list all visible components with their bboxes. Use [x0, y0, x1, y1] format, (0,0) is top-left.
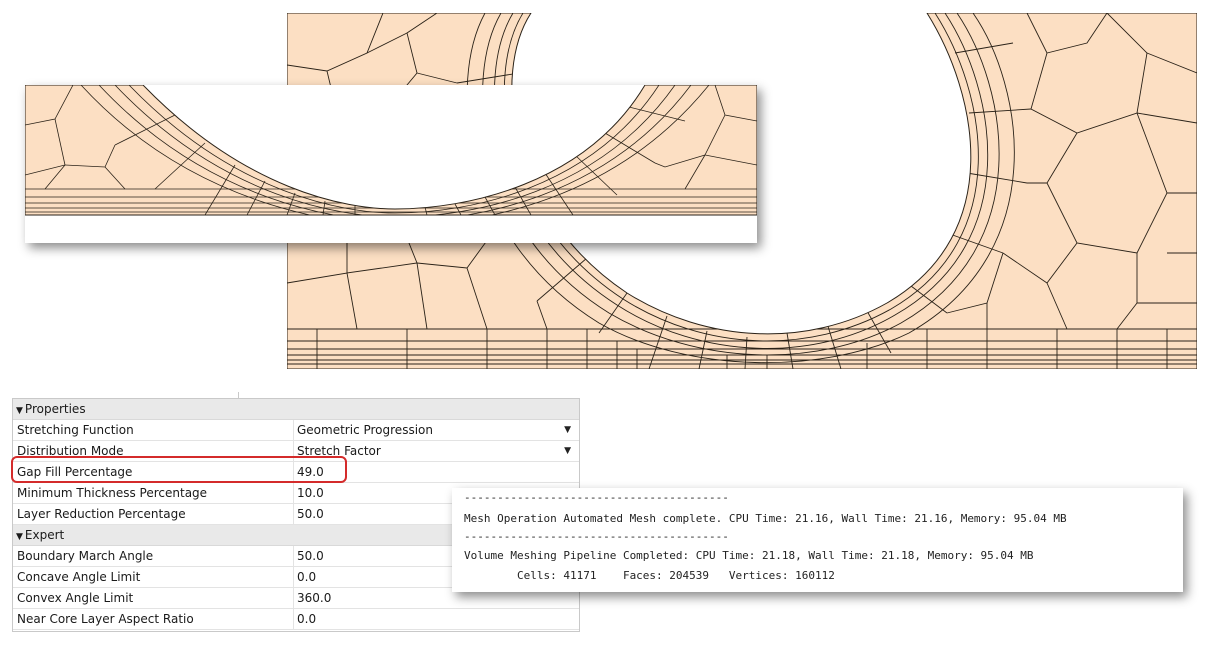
mesh-zoom-inset[interactable] — [25, 85, 757, 243]
section-properties[interactable]: ▼ Properties — [13, 399, 579, 420]
property-row-near-core-layer-aspect-ratio[interactable]: Near Core Layer Aspect Ratio 0.0 — [13, 609, 579, 630]
console-line-stats: Cells: 41171 Faces: 204539 Vertices: 160… — [464, 569, 835, 582]
column-divider — [293, 420, 294, 440]
column-divider — [293, 609, 294, 629]
property-label: Stretching Function — [17, 423, 134, 437]
property-value-input[interactable]: 360.0 — [297, 588, 331, 608]
section-expert-label: Expert — [24, 528, 65, 542]
property-value-input[interactable]: 0.0 — [297, 609, 316, 629]
console-separator: ---------------------------------------- — [464, 491, 729, 504]
property-label: Convex Angle Limit — [17, 591, 134, 605]
property-label: Concave Angle Limit — [17, 570, 141, 584]
console-line-pipeline-completed: Volume Meshing Pipeline Completed: CPU T… — [464, 549, 1034, 562]
column-divider — [293, 483, 294, 503]
column-divider — [293, 567, 294, 587]
console-output: ----------------------------------------… — [452, 488, 1183, 592]
property-value-dropdown[interactable]: Geometric Progression — [297, 420, 433, 440]
column-divider — [293, 588, 294, 608]
property-row-stretching-function[interactable]: Stretching Function Geometric Progressio… — [13, 420, 579, 441]
section-properties-label: Properties — [24, 402, 86, 416]
column-divider — [293, 546, 294, 566]
collapse-triangle-icon[interactable]: ▼ — [16, 401, 23, 421]
gap-fill-highlight-outline — [11, 456, 347, 483]
property-value-input[interactable]: 0.0 — [297, 567, 316, 587]
dropdown-arrow-icon[interactable]: ▼ — [564, 420, 571, 440]
dropdown-arrow-icon[interactable]: ▼ — [564, 441, 571, 461]
mesh-zoom-svg — [25, 85, 757, 216]
property-value-input[interactable]: 50.0 — [297, 504, 324, 524]
column-divider — [293, 504, 294, 524]
console-line-mesh-operation: Mesh Operation Automated Mesh complete. … — [464, 512, 1067, 525]
property-label: Minimum Thickness Percentage — [17, 486, 208, 500]
property-label: Boundary March Angle — [17, 549, 154, 563]
console-separator: ---------------------------------------- — [464, 530, 729, 543]
property-label: Near Core Layer Aspect Ratio — [17, 612, 194, 626]
property-label: Layer Reduction Percentage — [17, 507, 186, 521]
property-value-input[interactable]: 10.0 — [297, 483, 324, 503]
collapse-triangle-icon[interactable]: ▼ — [16, 527, 23, 547]
property-value-input[interactable]: 50.0 — [297, 546, 324, 566]
